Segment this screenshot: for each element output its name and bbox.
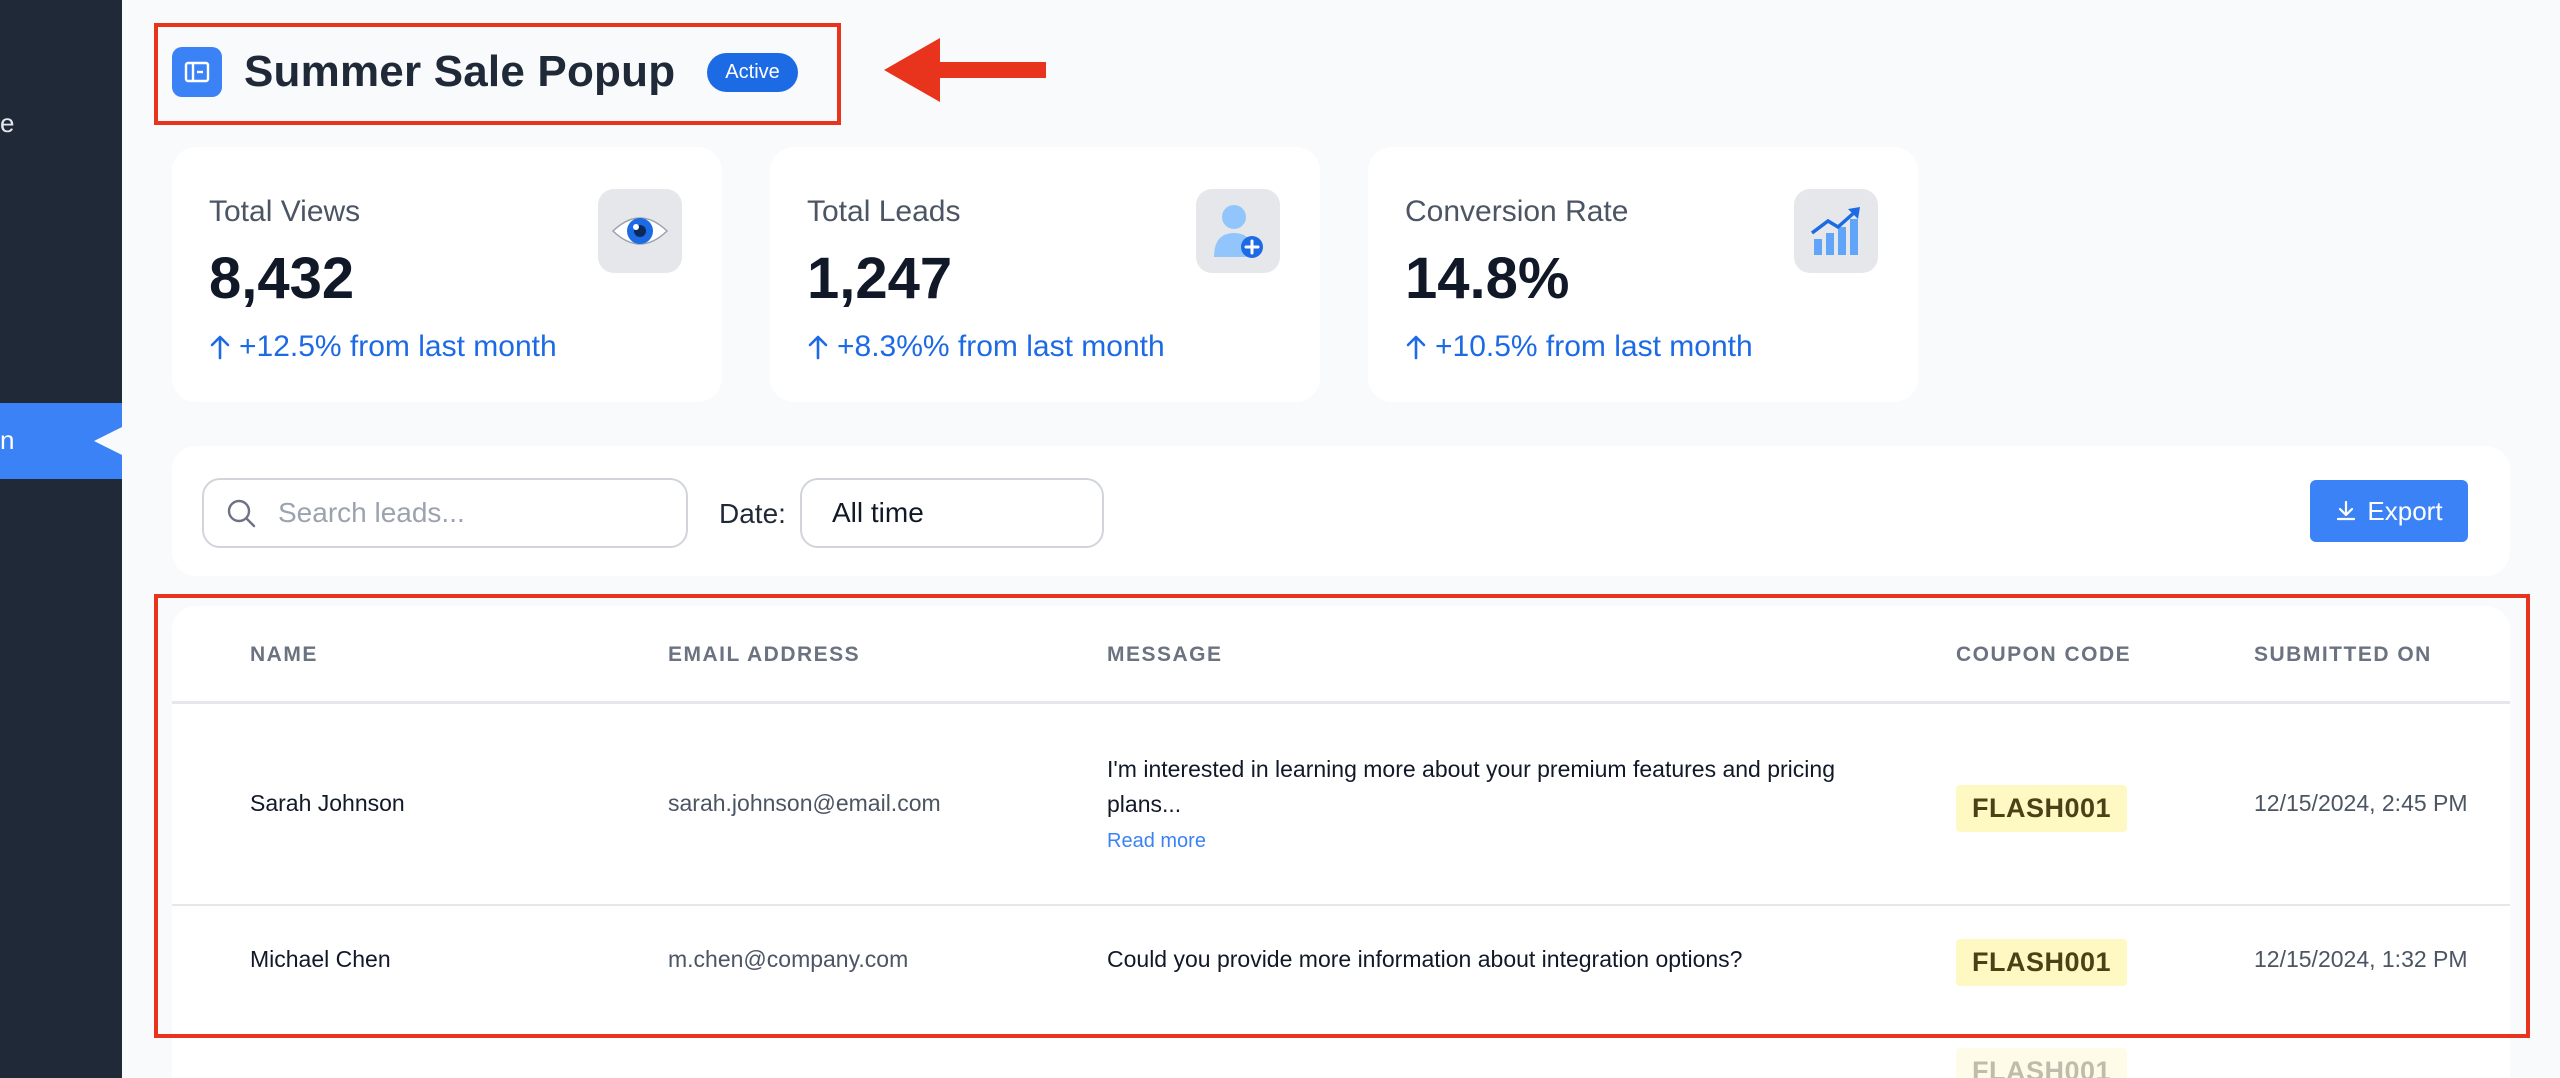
annotation-arrow-icon (884, 38, 1046, 102)
sidebar-item[interactable]: e (0, 108, 14, 139)
stat-change: +10.5% from last month (1405, 330, 1753, 364)
stat-change: +12.5% from last month (209, 330, 557, 364)
sidebar-item-active[interactable]: n (0, 403, 122, 479)
search-box[interactable] (202, 478, 688, 548)
date-select[interactable]: All time (800, 478, 1104, 548)
sidebar: e n (0, 0, 122, 1078)
sidebar-item-label: n (0, 425, 15, 455)
highlight-box-header (154, 23, 841, 125)
active-indicator (94, 427, 122, 455)
stat-card-leads: Total Leads 1,247 +8.3%% from last month (770, 147, 1320, 402)
coupon-code: FLASH001 (1956, 1048, 2128, 1078)
filter-bar: Date: All time Export (172, 446, 2510, 576)
stat-value: 14.8% (1405, 246, 1570, 311)
eye-icon (598, 189, 682, 273)
stat-label: Total Leads (807, 195, 961, 228)
stat-value: 1,247 (807, 246, 953, 311)
stat-label: Conversion Rate (1405, 195, 1629, 228)
stat-card-conversion: Conversion Rate 14.8% +10.5% from last m… (1368, 147, 1918, 402)
export-button[interactable]: Export (2310, 480, 2468, 542)
arrow-up-icon (808, 335, 828, 360)
table-row[interactable]: FLASH001 (172, 1036, 2510, 1078)
search-icon (227, 499, 256, 528)
date-label: Date: (719, 498, 786, 529)
stat-label: Total Views (209, 195, 361, 228)
stat-change: +8.3%% from last month (807, 330, 1165, 364)
stat-value: 8,432 (209, 246, 355, 311)
export-label: Export (2367, 495, 2443, 526)
arrow-up-icon (210, 335, 230, 360)
arrow-up-icon (1406, 335, 1426, 360)
chart-up-icon (1794, 189, 1878, 273)
user-add-icon (1196, 189, 1280, 273)
stat-change-text: +12.5% from last month (239, 330, 557, 363)
download-icon (2337, 500, 2356, 521)
search-input[interactable] (278, 497, 658, 529)
stat-card-views: Total Views 8,432 +12.5% from last month (172, 147, 722, 402)
stat-change-text: +8.3%% from last month (837, 330, 1165, 363)
stat-change-text: +10.5% from last month (1435, 330, 1753, 363)
highlight-box-table (154, 594, 2530, 1038)
